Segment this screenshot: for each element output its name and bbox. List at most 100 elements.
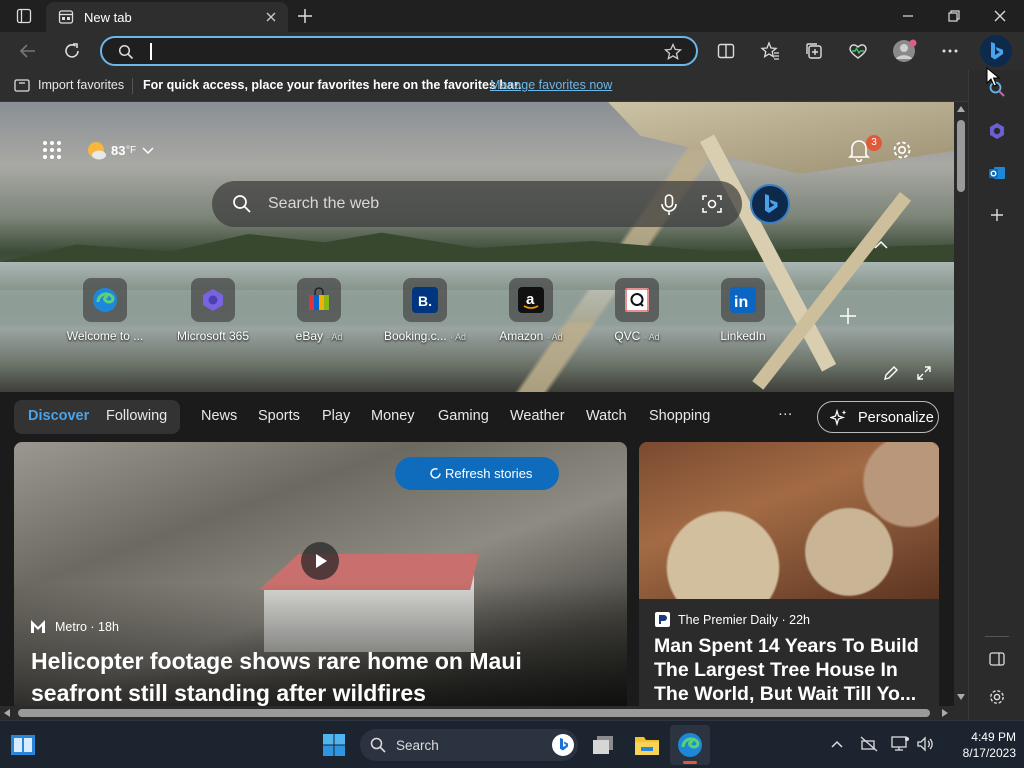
mouse-cursor-icon <box>986 67 1000 87</box>
nav-more-button[interactable]: ··· <box>778 406 793 422</box>
partly-sunny-icon <box>86 140 108 162</box>
close-window-button[interactable] <box>992 8 1008 24</box>
quick-link-amazon[interactable]: a Amazon · Ad <box>485 278 577 343</box>
windows-start-icon[interactable] <box>322 733 346 757</box>
microsoft-365-icon[interactable] <box>988 122 1006 140</box>
address-bar[interactable] <box>100 36 698 66</box>
tab-discover[interactable]: Discover <box>28 408 89 424</box>
restore-button[interactable] <box>946 8 962 24</box>
task-view-icon[interactable] <box>591 734 615 756</box>
display-icon[interactable] <box>890 735 910 753</box>
edit-background-icon[interactable] <box>883 365 899 381</box>
more-menu-icon[interactable] <box>940 41 960 61</box>
edge-taskbar-button[interactable] <box>670 725 710 765</box>
metro-logo-icon <box>30 618 46 634</box>
favorites-hint: For quick access, place your favorites h… <box>143 78 522 92</box>
sidebar-settings-icon[interactable] <box>988 688 1006 706</box>
quick-link-linkedin[interactable]: in LinkedIn <box>697 278 789 343</box>
card-source: Metro · 18h <box>55 620 119 634</box>
collapse-chevron-icon[interactable] <box>873 240 889 250</box>
collections-icon[interactable] <box>804 41 824 61</box>
horizontal-scrollbar[interactable] <box>0 706 968 720</box>
personalize-button[interactable]: Personalize <box>817 401 939 433</box>
card-headline[interactable]: Man Spent 14 Years To Build The Largest … <box>654 634 929 706</box>
tab-weather[interactable]: Weather <box>510 408 565 424</box>
linkedin-logo-icon: in <box>730 287 756 313</box>
weather-widget[interactable]: 83 °F <box>86 139 166 163</box>
manage-favorites-link[interactable]: Manage favorites now <box>490 78 612 92</box>
tab-news[interactable]: News <box>201 408 237 424</box>
tab-following[interactable]: Following <box>106 408 167 424</box>
scroll-down-arrow-icon[interactable] <box>957 694 965 700</box>
tab-watch[interactable]: Watch <box>586 408 627 424</box>
taskbar-search[interactable]: Search <box>360 729 578 761</box>
edge-sidebar <box>968 70 1024 720</box>
tab-money[interactable]: Money <box>371 408 415 424</box>
feed-nav: Discover Following News Sports Play Mone… <box>0 392 954 438</box>
vertical-scrollbar[interactable] <box>954 102 968 706</box>
profile-avatar[interactable] <box>892 38 918 64</box>
tab-sports[interactable]: Sports <box>258 408 300 424</box>
visual-search-icon[interactable] <box>702 194 722 214</box>
task-view-widget-icon[interactable] <box>10 733 36 757</box>
tab-new-tab[interactable]: New tab <box>46 2 288 32</box>
address-input[interactable] <box>148 43 628 61</box>
bing-icon <box>552 734 574 756</box>
clock[interactable]: 4:49 PM 8/17/2023 <box>950 729 1016 761</box>
split-screen-icon[interactable] <box>716 41 736 61</box>
quick-link-qvc[interactable]: QVC · Ad <box>591 278 683 343</box>
hide-sidebar-icon[interactable] <box>988 650 1006 668</box>
quick-link-label: LinkedIn <box>720 329 766 343</box>
app-launcher-icon[interactable] <box>42 140 62 160</box>
weather-temp: 83 <box>111 143 126 158</box>
refresh-icon[interactable] <box>62 41 82 61</box>
quick-link-booking[interactable]: B. Booking.c... · Ad <box>379 278 471 343</box>
add-sidebar-app-icon[interactable] <box>988 206 1006 224</box>
weather-unit: °F <box>126 145 137 156</box>
refresh-stories-button[interactable]: Refresh stories <box>395 457 559 490</box>
browser-essentials-icon[interactable] <box>848 41 868 61</box>
minimize-button[interactable] <box>900 8 916 24</box>
quick-link-microsoft-365[interactable]: Microsoft 365 <box>167 278 259 343</box>
favorites-icon[interactable] <box>760 41 780 61</box>
microphone-icon[interactable] <box>660 194 678 216</box>
file-explorer-icon[interactable] <box>634 733 660 757</box>
tab-actions-icon[interactable] <box>16 8 32 24</box>
quick-link-ebay[interactable]: eBay · Ad <box>273 278 365 343</box>
sparkle-icon <box>830 409 848 427</box>
page-settings-icon[interactable] <box>891 139 913 161</box>
search-icon <box>232 194 252 214</box>
tab-gaming[interactable]: Gaming <box>438 408 489 424</box>
web-search-box[interactable]: Search the web <box>212 181 742 227</box>
outlook-icon[interactable] <box>988 164 1006 182</box>
scroll-right-arrow-icon[interactable] <box>942 709 948 717</box>
ebay-bag-icon <box>309 287 329 310</box>
ad-badge: · Ad <box>450 332 467 342</box>
news-card-side[interactable]: The Premier Daily · 22h Man Spent 14 Yea… <box>639 442 939 706</box>
scroll-left-arrow-icon[interactable] <box>4 709 10 717</box>
import-icon <box>14 77 32 93</box>
card-headline[interactable]: Helicopter footage shows rare home on Ma… <box>31 645 591 706</box>
import-favorites-button[interactable]: Import favorites <box>38 78 124 92</box>
quick-link-label: QVC <box>614 329 641 343</box>
tab-play[interactable]: Play <box>322 408 350 424</box>
add-shortcut-icon[interactable] <box>838 306 858 326</box>
play-video-icon[interactable] <box>301 542 339 580</box>
expand-icon[interactable] <box>916 365 932 381</box>
scroll-thumb[interactable] <box>957 120 965 192</box>
bing-chat-button[interactable] <box>750 184 790 224</box>
scroll-up-arrow-icon[interactable] <box>957 106 965 112</box>
tab-shopping[interactable]: Shopping <box>649 408 710 424</box>
news-card-main[interactable]: Refresh stories Metro · 18h Helicopter f… <box>14 442 627 706</box>
new-tab-page: 83 °F 3 Search the web Welcome to ... Mi… <box>0 102 954 706</box>
quick-link-welcome[interactable]: Welcome to ... <box>59 278 151 343</box>
bing-copilot-button[interactable] <box>980 35 1012 67</box>
show-hidden-icons-chevron-icon[interactable] <box>830 739 844 749</box>
network-disconnected-icon[interactable] <box>860 736 878 752</box>
volume-icon[interactable] <box>916 735 934 753</box>
close-tab-icon[interactable] <box>264 10 278 24</box>
back-icon[interactable] <box>18 41 38 61</box>
new-tab-button[interactable] <box>296 7 314 25</box>
favorite-star-icon[interactable] <box>664 43 682 61</box>
scroll-thumb[interactable] <box>18 709 930 717</box>
